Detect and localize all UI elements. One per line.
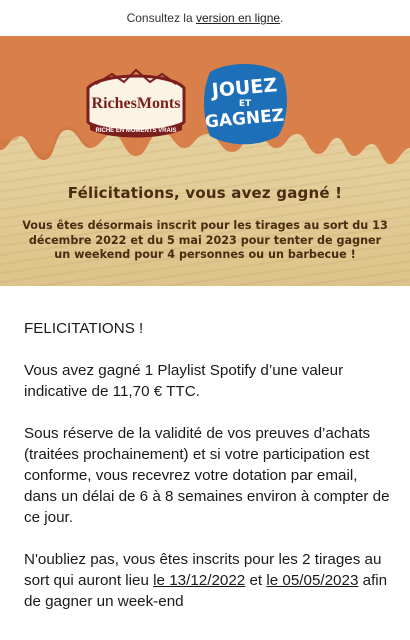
banner-title: Félicitations, vous avez gagné ! — [67, 184, 343, 202]
banner-text: Vous êtes désormais inscrit pour les tir… — [22, 219, 388, 261]
online-version-prefix: Consultez la — [126, 11, 193, 25]
richesmonts-logo: RichesMonts RICHE EN MOMENTS VRAIS — [86, 68, 186, 138]
jouez-et-gagnez-logo: JOUEZ ET GAGNEZ — [204, 63, 287, 145]
online-version-suffix: . — [280, 11, 284, 25]
online-version-link[interactable]: version en ligne — [196, 11, 280, 25]
draw-paragraph: N'oubliez pas, vous êtes inscrits pour l… — [24, 549, 390, 612]
draw-date-1: le 13/12/2022 — [153, 572, 246, 589]
draw-date-2: le 05/05/2023 — [266, 572, 359, 589]
email-body: FELICITATIONS ! Vous avez gagné 1 Playli… — [24, 318, 390, 633]
jouez-logo-line2: ET — [239, 99, 252, 109]
conditions-paragraph: Sous réserve de la validité de vos preuv… — [24, 425, 390, 526]
prize-paragraph: Vous avez gagné 1 Playlist Spotify d’une… — [24, 362, 344, 400]
richesmonts-logo-tagline: RICHE EN MOMENTS VRAIS — [95, 128, 176, 134]
richesmonts-logo-name: RichesMonts — [92, 95, 181, 112]
draw-text-part2: et — [245, 572, 267, 589]
promo-banner: RichesMonts RICHE EN MOMENTS VRAIS JOUEZ… — [0, 36, 410, 286]
greeting: FELICITATIONS ! — [24, 320, 144, 337]
online-version-bar: Consultez la version en ligne. — [0, 0, 410, 36]
